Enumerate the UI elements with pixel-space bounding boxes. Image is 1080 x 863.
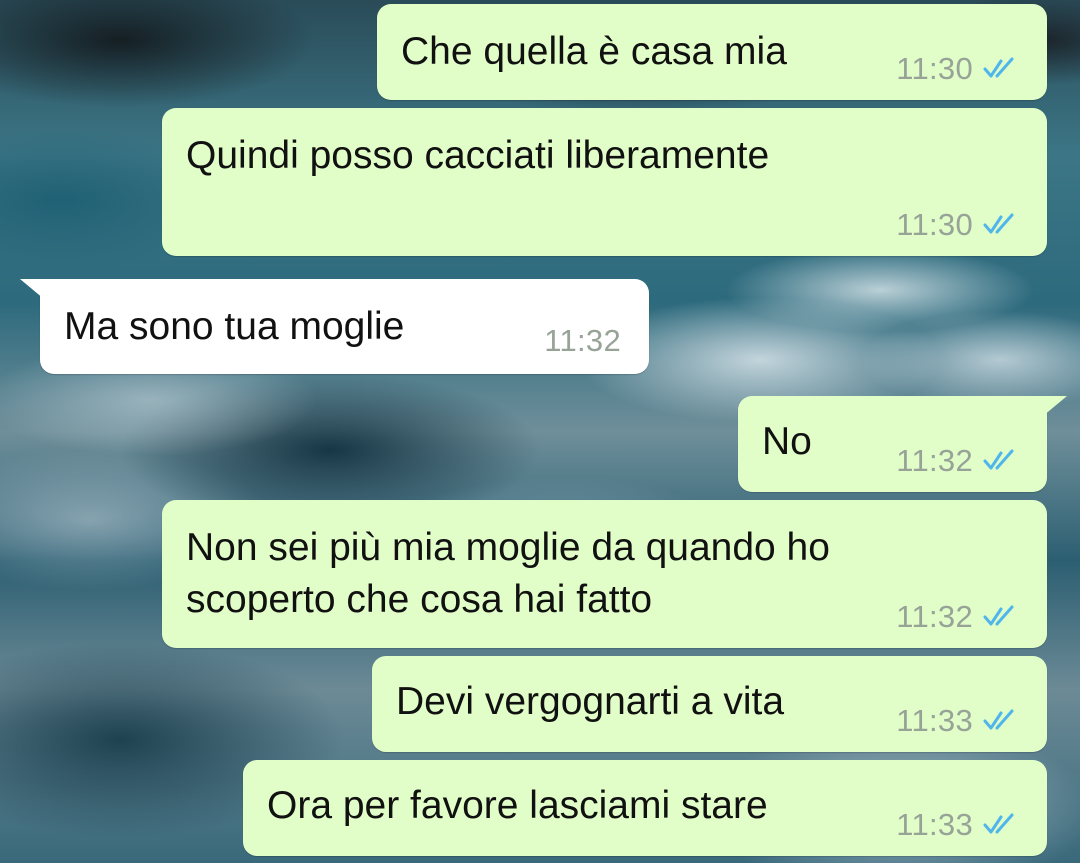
read-double-tick-icon <box>983 213 1014 234</box>
read-double-tick-icon <box>983 605 1014 626</box>
message-meta: 11:32 <box>896 599 1021 634</box>
message-text: Ora per favore lasciami stare <box>267 784 768 827</box>
read-double-tick-icon <box>983 449 1014 470</box>
read-double-tick-icon <box>983 57 1014 78</box>
message-bubble-outgoing[interactable]: Quindi posso cacciati liberamente 11:30 <box>162 108 1047 256</box>
message-text: Non sei più mia moglie da quando ho scop… <box>186 526 830 621</box>
message-meta: 11:33 <box>896 703 1021 738</box>
message-time: 11:32 <box>896 443 973 478</box>
message-bubble-outgoing[interactable]: Ora per favore lasciami stare 11:33 <box>243 760 1047 856</box>
message-meta: 11:30 <box>896 207 1021 242</box>
message-time: 11:30 <box>896 207 973 242</box>
message-text: Devi vergognarti a vita <box>396 680 785 723</box>
message-bubble-outgoing[interactable]: Che quella è casa mia 11:30 <box>377 4 1047 100</box>
read-double-tick-icon <box>983 709 1014 730</box>
message-time: 11:32 <box>544 323 621 358</box>
message-text: No <box>762 420 812 463</box>
message-time: 11:30 <box>896 51 973 86</box>
message-text: Ma sono tua moglie <box>64 305 405 348</box>
message-meta: 11:33 <box>896 807 1021 842</box>
message-time: 11:33 <box>896 807 973 842</box>
message-text: Che quella è casa mia <box>401 30 787 73</box>
message-bubble-incoming[interactable]: Ma sono tua moglie 11:32 <box>20 279 649 374</box>
message-meta: 11:32 <box>896 443 1021 478</box>
message-bubble-outgoing[interactable]: Non sei più mia moglie da quando ho scop… <box>162 500 1047 648</box>
message-time: 11:33 <box>896 703 973 738</box>
read-double-tick-icon <box>983 813 1014 834</box>
message-time: 11:32 <box>896 599 973 634</box>
message-bubble-outgoing[interactable]: No 11:32 <box>738 396 1067 492</box>
message-meta: 11:32 <box>544 323 621 358</box>
message-meta: 11:30 <box>896 51 1021 86</box>
message-text: Quindi posso cacciati liberamente <box>186 134 770 177</box>
message-bubble-outgoing[interactable]: Devi vergognarti a vita 11:33 <box>372 656 1047 752</box>
